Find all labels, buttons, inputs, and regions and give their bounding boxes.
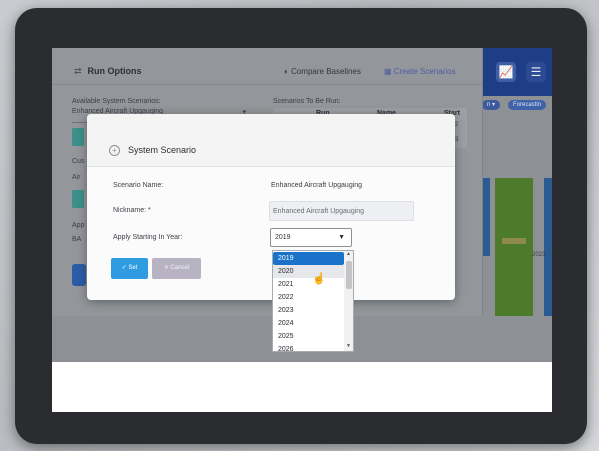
apply-year-label: Apply Starting In Year: xyxy=(113,234,183,241)
chart-bar xyxy=(544,178,552,316)
truncated-label: App xyxy=(72,222,85,229)
compare-baselines-link[interactable]: ◐ Compare Baselines xyxy=(284,67,361,76)
hand-cursor-icon: ☝ xyxy=(312,273,326,285)
swap-icon: ⇄ xyxy=(74,66,82,76)
run-options-title-text: Run Options xyxy=(87,66,142,76)
chart-icon[interactable]: 📈 xyxy=(496,62,516,82)
chart-bar xyxy=(502,238,526,244)
year-option-2026[interactable]: 2026 xyxy=(273,343,344,351)
truncated-label: Air xyxy=(72,174,81,181)
year-option-2022[interactable]: 2022 xyxy=(273,291,344,304)
dashboard-header: 📈 ☰ xyxy=(482,48,552,96)
truncated-label: BA xyxy=(72,236,82,243)
grid-icon: ▦ xyxy=(384,67,394,76)
forecasting-pill[interactable]: Forecastin xyxy=(508,100,547,110)
apply-year-select[interactable]: 2019 ▼ xyxy=(270,228,352,247)
year-option-2019[interactable]: 2019 xyxy=(273,252,344,265)
create-scenarios-text: Create Scenarios xyxy=(393,67,456,76)
set-button[interactable]: ✓ Set xyxy=(111,258,148,279)
year-option-2023[interactable]: 2023 xyxy=(273,304,344,317)
run-pill[interactable]: n ▾ xyxy=(482,100,501,110)
divider xyxy=(52,84,482,85)
dropdown-scrollbar[interactable]: ▲ ▼ xyxy=(344,251,353,351)
chart-bar xyxy=(482,178,490,256)
plus-circle-icon: + xyxy=(109,145,120,156)
create-scenarios-link[interactable]: ▦ Create Scenarios xyxy=(384,67,456,76)
chart-axis-label: 2023 xyxy=(532,252,546,258)
database-icon[interactable]: ☰ xyxy=(526,62,546,82)
year-option-2020[interactable]: 2020 xyxy=(273,265,344,278)
cancel-button[interactable]: ✕ Cancel xyxy=(152,258,201,279)
scroll-down-icon[interactable]: ▼ xyxy=(345,343,352,349)
compare-baselines-text: Compare Baselines xyxy=(291,67,361,76)
add-button[interactable] xyxy=(72,128,84,146)
scroll-up-icon[interactable]: ▲ xyxy=(345,251,352,257)
caret-down-icon: ▼ xyxy=(338,234,345,241)
year-option-2025[interactable]: 2025 xyxy=(273,330,344,343)
run-options-title: ⇄ Run Options xyxy=(74,66,142,77)
available-scenarios-label: Available System Scenarios: xyxy=(72,98,161,105)
scenarios-to-run-label: Scenarios To Be Run: xyxy=(273,98,341,105)
modal-title: System Scenario xyxy=(128,145,197,155)
nickname-label: Nickname: * xyxy=(113,207,151,214)
scenario-name-label: Scenario Name: xyxy=(113,182,164,189)
nickname-input[interactable]: Enhanced Aircraft Upgauging xyxy=(269,201,414,221)
apply-year-value: 2019 xyxy=(275,234,291,241)
year-dropdown-list: 2019 2020 2021 2022 2023 2024 2025 2026 … xyxy=(272,250,354,352)
year-option-2021[interactable]: 2021 xyxy=(273,278,344,291)
shield-icon: ◐ xyxy=(284,67,292,76)
app-screen: 📈 ☰ n ▾ Forecastin 2023 ⇄ Run Options ◐ C… xyxy=(52,48,552,412)
modal-header: + System Scenario xyxy=(87,114,455,167)
truncated-label: Cus xyxy=(72,158,85,165)
run-button[interactable] xyxy=(72,264,86,286)
scrollbar-thumb[interactable] xyxy=(346,261,352,289)
chart-bar xyxy=(495,178,533,316)
add-button[interactable] xyxy=(72,190,84,208)
scenario-name-value: Enhanced Aircraft Upgauging xyxy=(271,182,363,189)
year-option-2024[interactable]: 2024 xyxy=(273,317,344,330)
